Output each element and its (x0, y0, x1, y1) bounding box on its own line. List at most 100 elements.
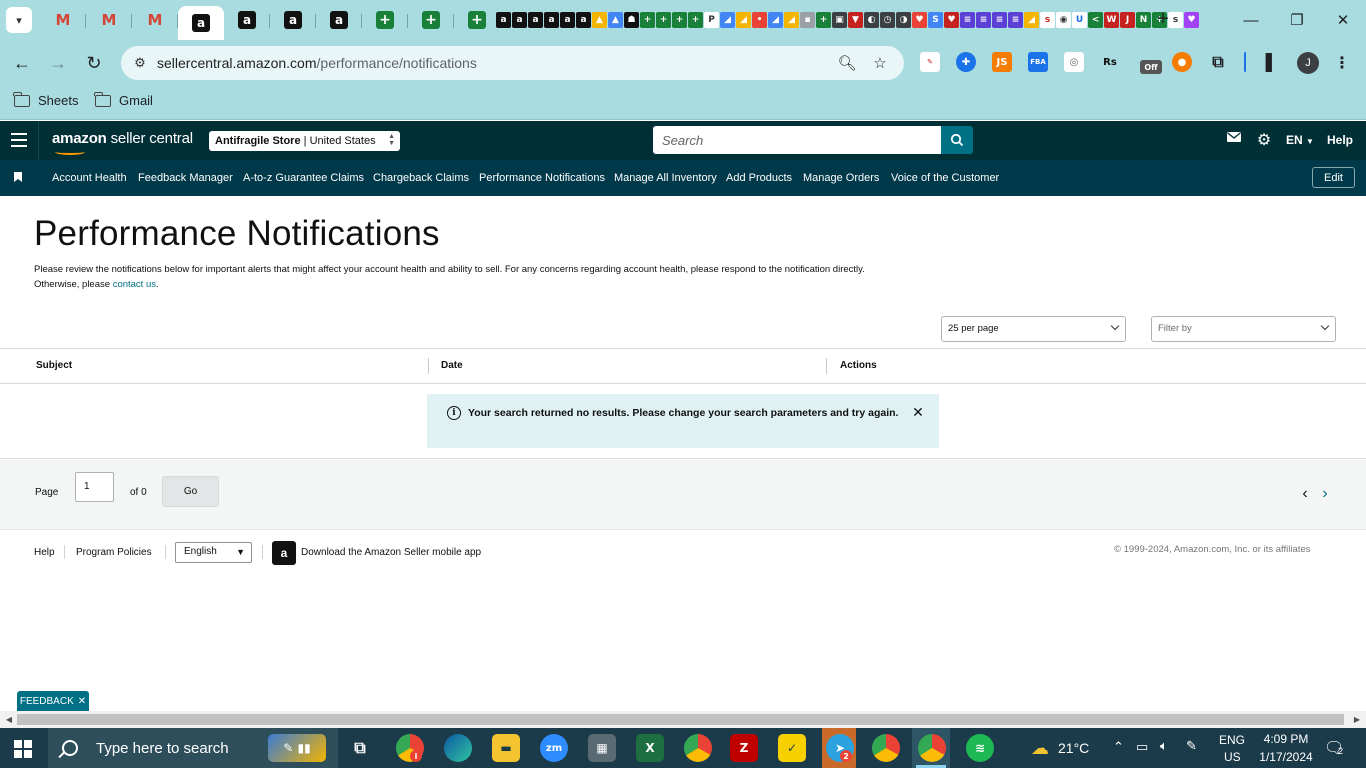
extension-icon[interactable]: ≡ (960, 12, 975, 28)
extension-icon[interactable]: ♥ (1184, 12, 1199, 28)
extension-icon[interactable]: ◢ (736, 12, 751, 28)
extension-icon[interactable]: ≡ (992, 12, 1007, 28)
volume-icon[interactable]: 🔈︎ (1160, 738, 1168, 754)
windows-start-icon[interactable] (14, 740, 32, 758)
chrome-icon[interactable] (918, 734, 946, 762)
extension-icon[interactable]: U (1072, 12, 1087, 28)
browser-tab-active[interactable]: a (178, 6, 224, 40)
browser-tab[interactable]: M (40, 6, 86, 34)
nav-account-health[interactable]: Account Health (52, 172, 127, 184)
google-drive-icon[interactable]: ▲ (608, 12, 623, 28)
extension-icon[interactable]: • (752, 12, 767, 28)
extension-icon[interactable]: N (1136, 12, 1151, 28)
clock-time[interactable]: 4:09 PM (1260, 732, 1312, 746)
edit-nav-button[interactable]: Edit (1312, 167, 1355, 188)
clock-date[interactable]: 1/17/2024 (1255, 750, 1317, 764)
page-number-input[interactable]: 1 (75, 472, 114, 502)
close-window-button[interactable]: ✕ (1320, 0, 1366, 40)
weather-temperature[interactable]: 21°C (1058, 740, 1089, 756)
puzzle-icon[interactable]: ⧉ (1208, 52, 1228, 72)
nav-feedback-manager[interactable]: Feedback Manager (138, 172, 233, 184)
back-button[interactable]: ← (9, 50, 35, 76)
extension-icon[interactable]: ♥ (912, 12, 927, 28)
tab-search-button[interactable]: ▾ (6, 7, 32, 33)
js-extension-icon[interactable]: JS (992, 52, 1012, 72)
browser-tab[interactable]: M (86, 6, 132, 34)
mail-icon[interactable] (1226, 132, 1242, 142)
weather-icon[interactable]: ☁ (1026, 734, 1054, 762)
amazon-icon[interactable]: a (496, 12, 511, 28)
help-link[interactable]: Help (1327, 133, 1353, 147)
chevron-right-icon[interactable]: › (1318, 486, 1332, 502)
chevron-up-icon[interactable]: ⌃ (1113, 739, 1124, 755)
browser-tab[interactable]: M (132, 6, 178, 34)
sheets-icon[interactable]: + (640, 12, 655, 28)
extension-icon[interactable]: ◎ (1064, 52, 1084, 72)
language-indicator-bottom[interactable]: US (1224, 750, 1241, 764)
sheets-icon[interactable]: + (672, 12, 687, 28)
seller-central-logo[interactable]: amazon seller central (52, 130, 193, 147)
language-selector[interactable]: EN ▼ (1286, 133, 1314, 147)
new-tab-button[interactable]: + (1152, 8, 1174, 30)
nav-chargeback-claims[interactable]: Chargeback Claims (373, 172, 469, 184)
go-button[interactable]: Go (162, 476, 219, 507)
amazon-icon[interactable]: a (544, 12, 559, 28)
sheets-icon[interactable]: + (688, 12, 703, 28)
menu-dots-icon[interactable]: ⋮ (1332, 52, 1352, 72)
extension-icon[interactable]: ◐ (864, 12, 879, 28)
extension-icon[interactable]: ◢ (768, 12, 783, 28)
chrome-icon[interactable] (684, 734, 712, 762)
side-panel-icon[interactable]: ▌ (1262, 52, 1282, 72)
amazon-icon[interactable]: a (512, 12, 527, 28)
extension-icon[interactable]: S (928, 12, 943, 28)
extension-icon[interactable]: ● (1172, 52, 1192, 72)
extension-icon[interactable]: ◢ (720, 12, 735, 28)
amazon-icon[interactable]: a (560, 12, 575, 28)
extension-icon[interactable]: ◉ (1056, 12, 1071, 28)
contact-us-link[interactable]: contact us (113, 279, 156, 290)
filezilla-icon[interactable]: Z (730, 734, 758, 762)
footer-language-select[interactable]: English ▼ (175, 542, 252, 563)
gear-icon[interactable]: ⚙ (1256, 130, 1272, 150)
extension-icon[interactable]: ◢ (1024, 12, 1039, 28)
horizontal-scrollbar[interactable]: ◀ ▶ (0, 711, 1366, 728)
minimize-button[interactable]: — (1228, 0, 1274, 40)
feedback-tab[interactable]: FEEDBACK ✕ (17, 691, 89, 711)
battery-icon[interactable]: ▭ (1136, 739, 1148, 755)
per-page-select[interactable]: 25 per page (941, 316, 1126, 342)
nav-voice-of-customer[interactable]: Voice of the Customer (891, 172, 999, 184)
extension-icon[interactable]: s (1040, 12, 1055, 28)
bookmark-folder-sheets[interactable]: Sheets (13, 91, 78, 108)
language-indicator-top[interactable]: ENG (1219, 733, 1245, 747)
extension-icon[interactable]: J (1120, 12, 1135, 28)
scroll-left-icon[interactable]: ◀ (3, 713, 15, 726)
forward-button[interactable]: → (45, 50, 71, 76)
extension-icon[interactable]: ♥ (944, 12, 959, 28)
extension-icon[interactable]: W (1104, 12, 1119, 28)
browser-tab[interactable]: a (316, 6, 362, 34)
amazon-icon[interactable]: a (528, 12, 543, 28)
browser-tab[interactable]: + (362, 6, 408, 34)
extension-icon[interactable]: ≡ (1008, 12, 1023, 28)
footer-help-link[interactable]: Help (34, 547, 55, 558)
fba-extension-icon[interactable]: FBA (1028, 52, 1048, 72)
address-bar[interactable]: ⚙ sellercentral.amazon.com/performance/n… (121, 46, 904, 80)
amazon-app-icon[interactable]: a (272, 541, 296, 565)
chrome-icon[interactable] (872, 734, 900, 762)
sticky-notes-icon[interactable]: ✓ (778, 734, 806, 762)
column-date[interactable]: Date (441, 360, 463, 371)
bookmark-icon[interactable] (14, 172, 22, 182)
store-selector[interactable]: Antifragile Store | United States ▲ ▼ (209, 131, 400, 151)
bookmark-star-icon[interactable]: ☆ (869, 52, 891, 74)
browser-tab[interactable]: + (408, 6, 454, 34)
extension-icon[interactable]: ◑ (896, 12, 911, 28)
paypal-icon[interactable]: P (704, 12, 719, 28)
close-icon[interactable]: ✕ (78, 696, 86, 707)
extension-icon[interactable]: ✎ (920, 52, 940, 72)
profile-avatar[interactable]: J (1297, 52, 1319, 74)
amazon-icon[interactable]: ☗ (624, 12, 639, 28)
off-extension-icon[interactable]: Off (1140, 60, 1162, 74)
scroll-right-icon[interactable]: ▶ (1351, 713, 1363, 726)
column-actions[interactable]: Actions (840, 360, 877, 371)
calculator-icon[interactable]: ▦ (588, 734, 616, 762)
